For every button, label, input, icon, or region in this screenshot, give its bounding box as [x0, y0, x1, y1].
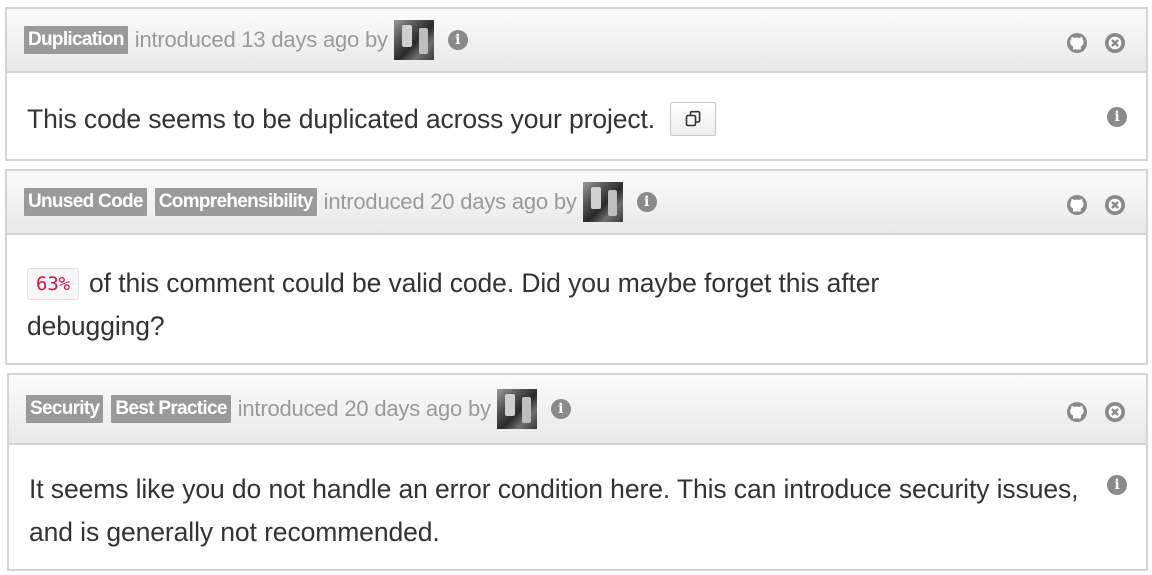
- issue-header: Duplication introduced 13 days ago by i: [7, 9, 1146, 73]
- github-icon[interactable]: [1065, 400, 1089, 424]
- copy-icon: [686, 110, 701, 127]
- tag-security[interactable]: Security: [26, 395, 104, 423]
- issue-header: Unused Code Comprehensibility introduced…: [7, 171, 1146, 235]
- info-icon[interactable]: i: [550, 399, 571, 419]
- issue-body: It seems like you do not handle an error…: [9, 445, 1146, 569]
- github-icon[interactable]: [1065, 31, 1089, 55]
- tag-best-practice[interactable]: Best Practice: [111, 395, 231, 423]
- header-actions: [1065, 31, 1127, 55]
- introduced-text: introduced 20 days ago by: [237, 396, 491, 421]
- close-icon[interactable]: [1103, 31, 1127, 55]
- issue-tags: Unused Code Comprehensibility introduced…: [24, 182, 657, 222]
- author-avatar[interactable]: [582, 182, 623, 222]
- issue-message: It seems like you do not handle an error…: [29, 468, 1079, 554]
- message-info-icon[interactable]: i: [1107, 107, 1127, 127]
- introduced-text: introduced 13 days ago by: [134, 27, 388, 52]
- header-actions: [1065, 400, 1127, 424]
- introduced-text: introduced 20 days ago by: [323, 189, 577, 214]
- tag-unused-code[interactable]: Unused Code: [24, 188, 147, 216]
- message-text: of this comment could be valid code. Did…: [27, 268, 880, 341]
- message-text: It seems like you do not handle an error…: [29, 474, 1079, 547]
- issue-tags: Security Best Practice introduced 20 day…: [26, 389, 571, 429]
- message-text: This code seems to be duplicated across …: [27, 104, 656, 134]
- info-icon[interactable]: i: [636, 192, 657, 212]
- issue-card: Unused Code Comprehensibility introduced…: [5, 169, 1148, 365]
- issue-message: This code seems to be duplicated across …: [27, 98, 717, 141]
- issue-message: 63% of this comment could be valid code. …: [27, 262, 987, 348]
- message-info-icon[interactable]: i: [1107, 475, 1127, 495]
- copy-button[interactable]: [670, 102, 717, 136]
- info-icon[interactable]: i: [447, 30, 468, 50]
- issue-header: Security Best Practice introduced 20 day…: [9, 375, 1146, 445]
- author-avatar[interactable]: [496, 389, 537, 429]
- issue-card: Security Best Practice introduced 20 day…: [7, 373, 1148, 571]
- tag-comprehensibility[interactable]: Comprehensibility: [154, 188, 317, 216]
- code-percentage-badge: 63%: [27, 268, 80, 300]
- tag-duplication[interactable]: Duplication: [24, 26, 128, 54]
- issue-body: This code seems to be duplicated across …: [7, 73, 1146, 159]
- github-icon[interactable]: [1065, 193, 1089, 217]
- issue-tags: Duplication introduced 13 days ago by i: [24, 20, 468, 60]
- issue-body: 63% of this comment could be valid code. …: [7, 235, 1146, 363]
- author-avatar[interactable]: [393, 20, 434, 60]
- header-actions: [1065, 193, 1127, 217]
- close-icon[interactable]: [1103, 400, 1127, 424]
- issue-card: Duplication introduced 13 days ago by i …: [5, 7, 1148, 161]
- close-icon[interactable]: [1103, 193, 1127, 217]
